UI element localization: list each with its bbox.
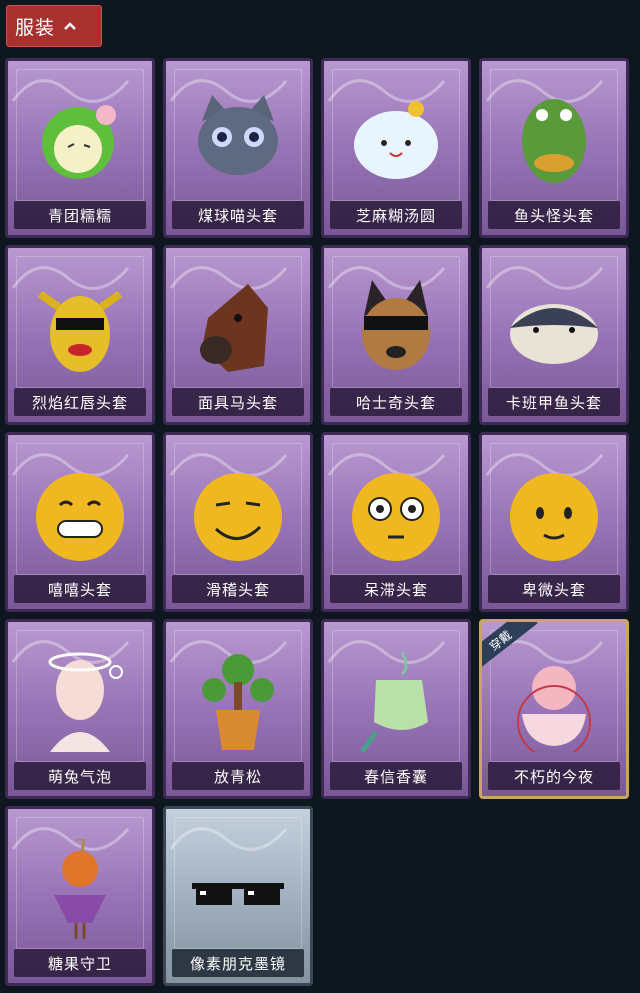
item-card[interactable]: 嘻嘻头套 xyxy=(5,432,155,612)
item-name: 呆滞头套 xyxy=(330,575,462,603)
item-name: 鱼头怪头套 xyxy=(488,201,620,229)
pumpkin-scarecrow-icon xyxy=(54,839,106,939)
section-label: 服装 xyxy=(15,16,56,39)
section-toggle-clothing[interactable]: 服装 xyxy=(6,5,102,47)
smirk-emoji-mask-icon xyxy=(194,473,282,561)
item-name: 嘻嘻头套 xyxy=(14,575,146,603)
bunny-bubble-icon xyxy=(48,652,123,752)
item-card[interactable]: 滑稽头套 xyxy=(163,432,313,612)
item-name: 烈焰红唇头套 xyxy=(14,388,146,416)
item-name: 萌兔气泡 xyxy=(14,762,146,790)
item-name: 卑微头套 xyxy=(488,575,620,603)
item-card[interactable]: 卑微头套 xyxy=(479,432,629,612)
rice-ball-hat-icon xyxy=(354,101,438,179)
item-name: 面具马头套 xyxy=(172,388,304,416)
pixel-sunglasses-icon xyxy=(192,883,284,905)
blank-stare-emoji-mask-icon xyxy=(352,473,440,561)
husky-head-mask-icon xyxy=(362,280,430,370)
item-card[interactable]: 像素朋克墨镜 xyxy=(163,806,313,986)
item-name: 滑稽头套 xyxy=(172,575,304,603)
item-name: 青团糯糯 xyxy=(14,201,146,229)
turtle-head-mask-icon xyxy=(510,304,598,364)
item-name: 像素朋克墨镜 xyxy=(172,949,304,977)
item-name: 不朽的今夜 xyxy=(488,762,620,790)
item-card[interactable]: 哈士奇头套 xyxy=(321,245,471,425)
item-card[interactable]: 呆滞头套 xyxy=(321,432,471,612)
yellow-creature-mask-icon xyxy=(37,290,123,372)
chevron-up-icon xyxy=(64,22,76,30)
item-name: 煤球喵头套 xyxy=(172,201,304,229)
item-grid: 青团糯糯 煤球喵头套 芝麻糊汤圆 鱼头怪头套 烈焰红唇头套 面具马头套 哈士奇头… xyxy=(5,58,629,986)
grin-emoji-mask-icon xyxy=(36,473,124,561)
sachet-icon xyxy=(359,652,428,752)
item-name: 卡班甲鱼头套 xyxy=(488,388,620,416)
green-dumpling-hat-icon xyxy=(42,105,116,179)
timid-emoji-mask-icon xyxy=(510,473,598,561)
item-name: 糖果守卫 xyxy=(14,949,146,977)
potted-pine-icon xyxy=(202,654,274,750)
item-card[interactable]: 卡班甲鱼头套 xyxy=(479,245,629,425)
item-card[interactable]: 烈焰红唇头套 xyxy=(5,245,155,425)
cat-head-mask-icon xyxy=(198,95,278,175)
item-card[interactable]: 萌兔气泡 xyxy=(5,619,155,799)
item-card[interactable]: 面具马头套 xyxy=(163,245,313,425)
item-name: 哈士奇头套 xyxy=(330,388,462,416)
item-card[interactable]: 放青松 xyxy=(163,619,313,799)
item-card-equipped[interactable]: 穿戴 不朽的今夜 xyxy=(479,619,629,799)
item-card[interactable]: 芝麻糊汤圆 xyxy=(321,58,471,238)
item-name: 春信香囊 xyxy=(330,762,462,790)
horse-head-mask-icon xyxy=(200,284,268,372)
item-name: 芝麻糊汤圆 xyxy=(330,201,462,229)
item-name: 放青松 xyxy=(172,762,304,790)
fish-head-mask-icon xyxy=(522,99,586,183)
item-card[interactable]: 糖果守卫 xyxy=(5,806,155,986)
item-card[interactable]: 煤球喵头套 xyxy=(163,58,313,238)
fox-teacup-icon xyxy=(517,666,591,752)
item-card[interactable]: 春信香囊 xyxy=(321,619,471,799)
item-card[interactable]: 鱼头怪头套 xyxy=(479,58,629,238)
item-card[interactable]: 青团糯糯 xyxy=(5,58,155,238)
